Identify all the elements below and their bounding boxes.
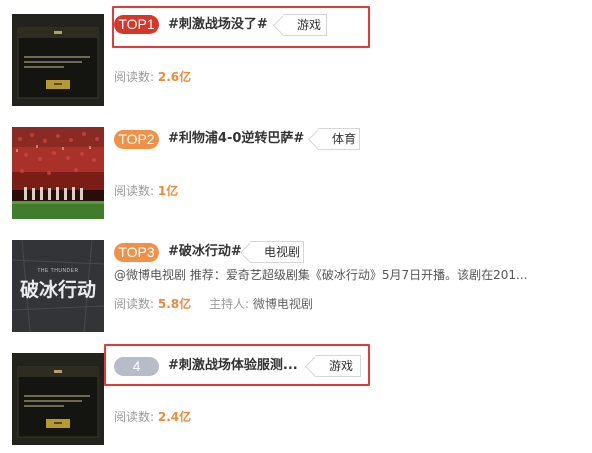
read-count-value: 2.4亿 [157, 410, 192, 424]
topic-title[interactable]: #刺激战场体验服测... [168, 356, 298, 376]
poster-subtitle: THE THUNDER [37, 268, 78, 274]
read-count-value: 5.8亿 [157, 297, 192, 311]
category-tag-label: 体育 [318, 128, 360, 150]
game-dialog-thumbnail-icon [12, 14, 104, 106]
read-count: 阅读数: 2.6亿 [114, 68, 191, 86]
category-tag[interactable]: 体育 [318, 128, 360, 150]
category-tag-label: 游戏 [283, 14, 327, 36]
category-tag-label: 游戏 [315, 355, 361, 377]
topic-thumbnail[interactable] [12, 14, 104, 106]
topic-title[interactable]: #破冰行动# [168, 242, 242, 262]
read-count-label: 阅读数: [114, 410, 155, 424]
topic-title[interactable]: #刺激战场没了# [168, 15, 268, 35]
host-label: 主持人: [208, 297, 250, 311]
category-tag[interactable]: 游戏 [315, 355, 361, 377]
rank-badge: TOP2 [114, 130, 159, 149]
tv-show-poster-thumbnail-icon: THE THUNDER 破冰行动 [12, 240, 104, 332]
game-dialog-thumbnail-icon [12, 353, 104, 445]
topic-thumbnail[interactable] [12, 127, 104, 219]
rank-badge: TOP1 [114, 15, 159, 34]
rank-badge: TOP3 [114, 243, 159, 262]
read-count-label: 阅读数: [114, 70, 155, 84]
host-name-link[interactable]: 微博电视剧 [253, 297, 313, 311]
read-count: 阅读数: 5.8亿 主持人: 微博电视剧 [114, 295, 313, 313]
topic-thumbnail[interactable] [12, 353, 104, 445]
read-count-label: 阅读数: [114, 184, 155, 198]
poster-title: 破冰行动 [20, 278, 96, 301]
read-count-value: 1亿 [157, 184, 179, 198]
topic-description: @微博电视剧 推荐：爱奇艺超级剧集《破冰行动》5月7日开播。该剧在201... [114, 268, 528, 282]
read-count-value: 2.6亿 [157, 70, 192, 84]
topic-thumbnail[interactable]: THE THUNDER 破冰行动 [12, 240, 104, 332]
read-count: 阅读数: 2.4亿 [114, 408, 191, 426]
category-tag-label: 电视剧 [250, 241, 304, 263]
rank-badge: 4 [114, 357, 159, 376]
topic-title[interactable]: #利物浦4-0逆转巴萨# [168, 129, 304, 149]
category-tag[interactable]: 游戏 [283, 14, 327, 36]
hot-topics-page: { "items": [ { "rank": "TOP1", "title": … [0, 0, 592, 453]
read-count: 阅读数: 1亿 [114, 182, 178, 200]
stadium-crowd-thumbnail-icon [12, 127, 104, 219]
category-tag[interactable]: 电视剧 [250, 241, 304, 263]
read-count-label: 阅读数: [114, 297, 155, 311]
